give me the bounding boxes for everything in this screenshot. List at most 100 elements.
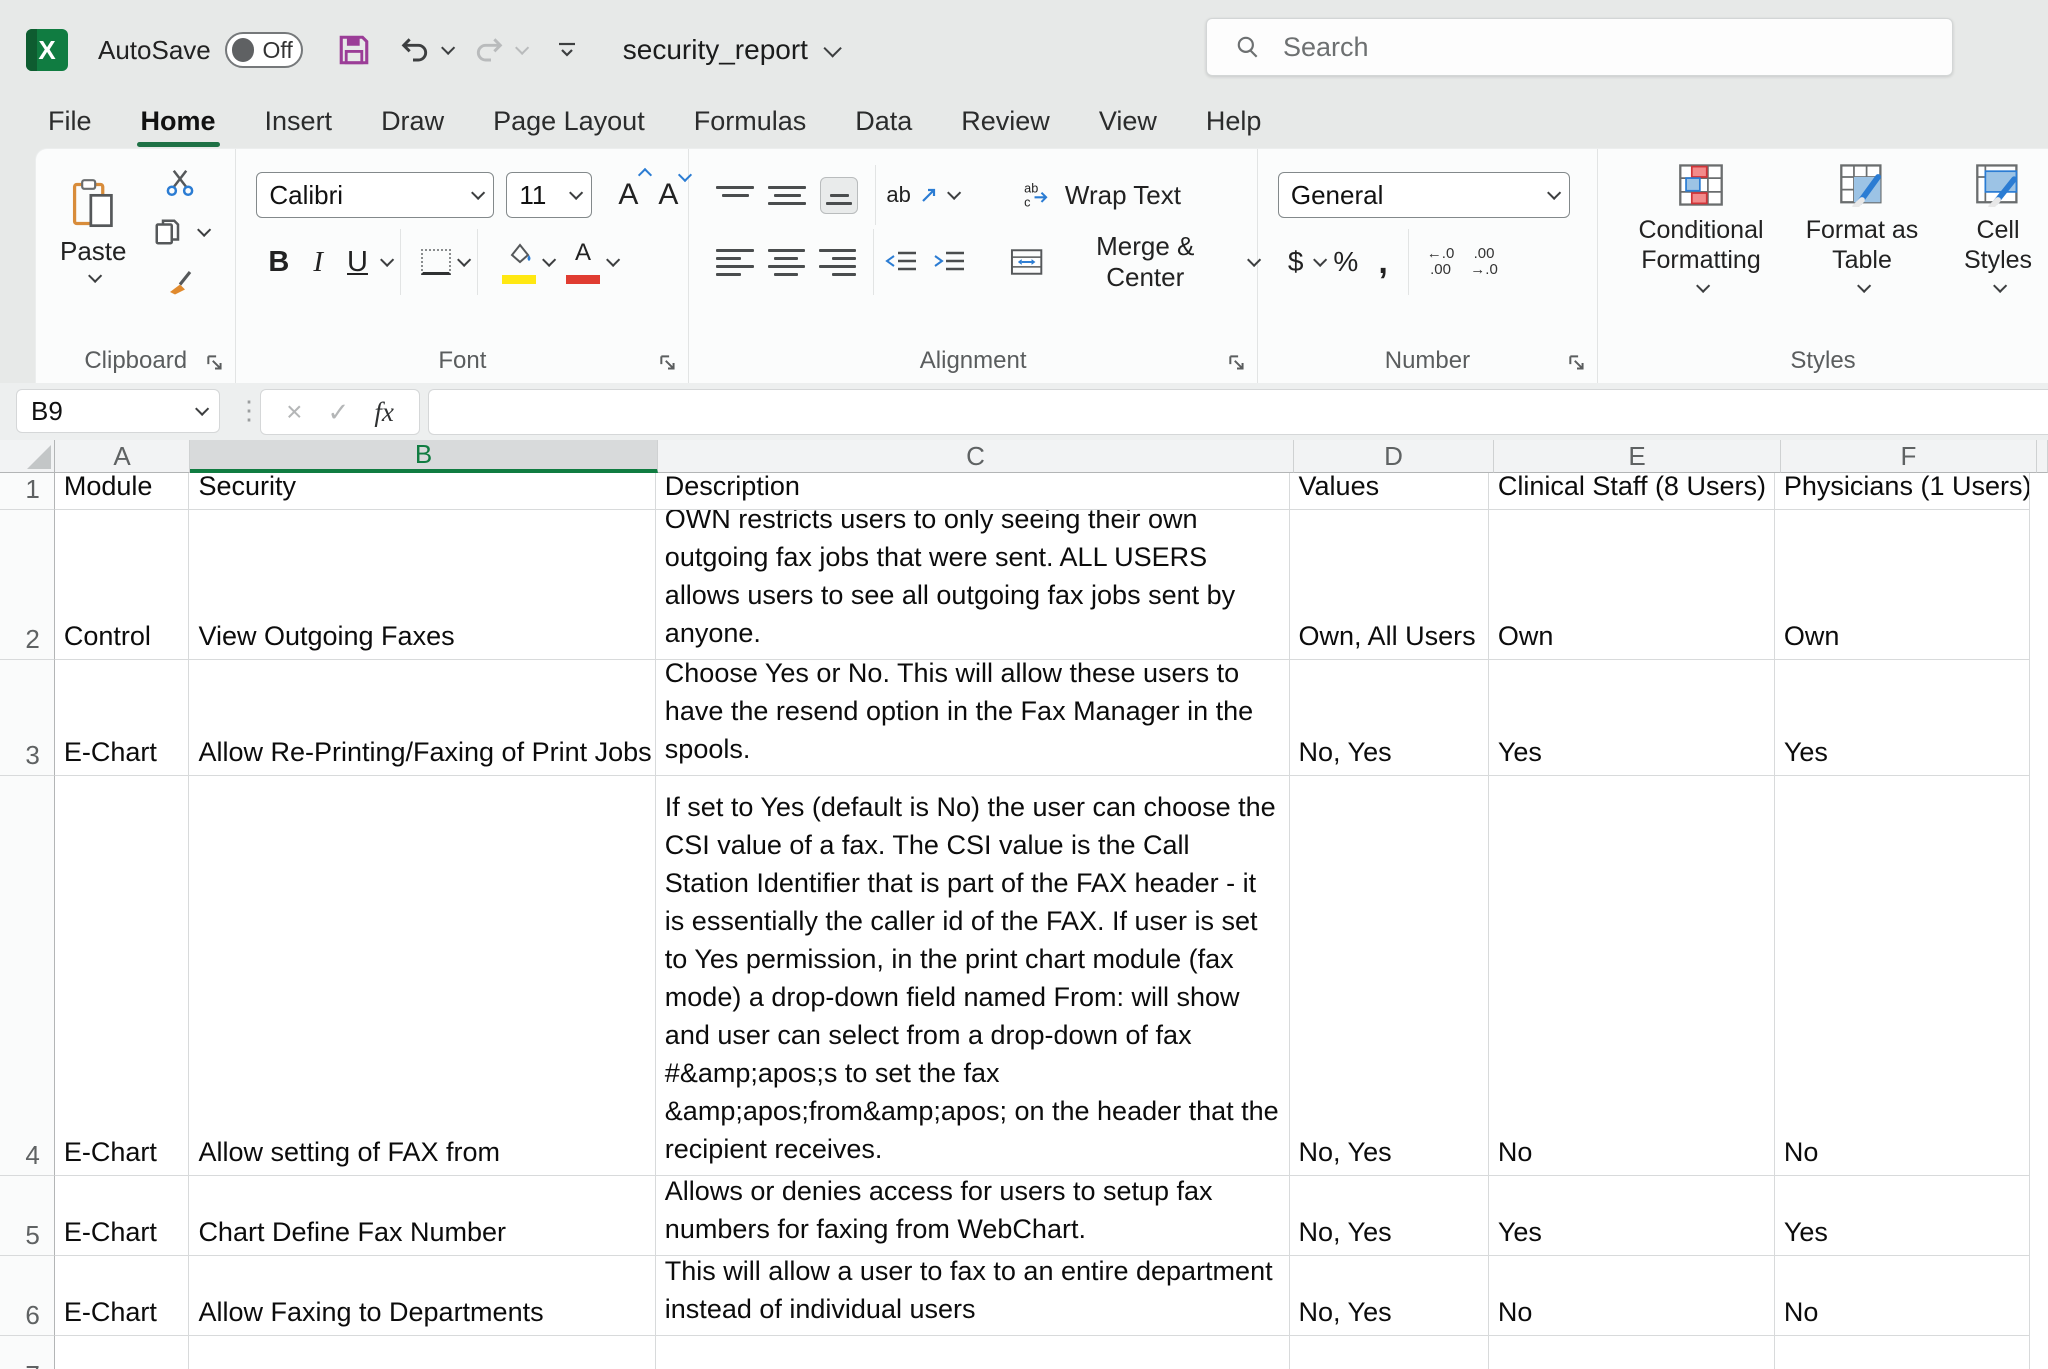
comma-style-button[interactable]: , — [1378, 243, 1387, 282]
cell-d6[interactable]: No, Yes — [1290, 1256, 1489, 1336]
middle-align-button[interactable] — [768, 186, 806, 205]
tab-file[interactable]: File — [46, 104, 94, 145]
cell-c3[interactable]: Choose Yes or No. This will allow these … — [656, 660, 1290, 776]
copy-button[interactable] — [153, 217, 207, 247]
align-left-button[interactable] — [716, 249, 753, 276]
column-header-d[interactable]: D — [1294, 440, 1494, 473]
fill-color-dropdown-icon[interactable] — [542, 253, 556, 267]
tab-formulas[interactable]: Formulas — [692, 104, 809, 145]
decrease-indent-button[interactable] — [884, 249, 918, 275]
redo-dropdown-icon[interactable] — [515, 41, 529, 55]
cell-e1[interactable]: Clinical Staff (8 Users) — [1489, 473, 1775, 510]
cancel-button[interactable]: × — [286, 396, 302, 428]
orientation-button[interactable]: ab — [886, 182, 938, 208]
cell-a2[interactable]: Control — [55, 510, 190, 660]
cell-c6[interactable]: This will allow a user to fax to an enti… — [656, 1256, 1290, 1336]
cell-f1[interactable]: Physicians (1 Users) — [1775, 473, 2030, 510]
cell-f4[interactable]: No — [1775, 776, 2030, 1176]
cell-f7[interactable] — [1775, 1336, 2030, 1369]
tab-insert[interactable]: Insert — [263, 104, 335, 145]
cell-c7[interactable] — [656, 1336, 1290, 1369]
autosave-toggle[interactable]: Off — [225, 32, 303, 68]
cell-d3[interactable]: No, Yes — [1290, 660, 1489, 776]
cell-a5[interactable]: E-Chart — [55, 1176, 190, 1256]
tab-view[interactable]: View — [1097, 104, 1159, 145]
undo-dropdown-icon[interactable] — [441, 41, 455, 55]
cell-e3[interactable]: Yes — [1489, 660, 1775, 776]
column-header-f[interactable]: F — [1781, 440, 2037, 473]
cell-b5[interactable]: Chart Define Fax Number — [189, 1176, 655, 1256]
percent-style-button[interactable]: % — [1333, 246, 1358, 278]
enter-button[interactable]: ✓ — [328, 397, 350, 428]
cell-f5[interactable]: Yes — [1775, 1176, 2030, 1256]
undo-button[interactable] — [399, 34, 431, 66]
row-header-4[interactable]: 4 — [0, 776, 55, 1176]
underline-button[interactable]: U — [347, 246, 368, 279]
cell-c5[interactable]: Allows or denies access for users to set… — [656, 1176, 1290, 1256]
cell-d2[interactable]: Own, All Users — [1290, 510, 1489, 660]
excel-logo-icon[interactable]: X — [26, 29, 68, 71]
top-align-button[interactable] — [716, 186, 754, 205]
conditional-formatting-button[interactable]: Conditional Formatting — [1626, 163, 1776, 293]
document-title[interactable]: security_report — [623, 34, 837, 66]
cell-e2[interactable]: Own — [1489, 510, 1775, 660]
cell-b6[interactable]: Allow Faxing to Departments — [189, 1256, 655, 1336]
cell-a4[interactable]: E-Chart — [55, 776, 190, 1176]
row-header-5[interactable]: 5 — [0, 1176, 55, 1256]
cell-e7[interactable] — [1489, 1336, 1775, 1369]
redo-button[interactable] — [473, 34, 505, 66]
cell-c4[interactable]: If set to Yes (default is No) the user c… — [656, 776, 1290, 1176]
cell-d1[interactable]: Values — [1290, 473, 1489, 510]
font-dialog-launcher[interactable] — [658, 353, 678, 373]
font-size-select[interactable]: 11 — [506, 172, 592, 218]
cell-b1[interactable]: Security — [189, 473, 655, 510]
cell-b4[interactable]: Allow setting of FAX from — [189, 776, 655, 1176]
column-header-c[interactable]: C — [658, 440, 1294, 473]
cell-a6[interactable]: E-Chart — [55, 1256, 190, 1336]
name-box[interactable]: B9 — [16, 389, 220, 433]
wrap-text-button[interactable]: ab c Wrap Text — [1023, 180, 1181, 211]
clipboard-dialog-launcher[interactable] — [205, 353, 225, 373]
decrease-font-size-button[interactable]: A — [658, 178, 678, 212]
cell-f6[interactable]: No — [1775, 1256, 2030, 1336]
row-header-6[interactable]: 6 — [0, 1256, 55, 1336]
customize-quick-access-button[interactable] — [555, 39, 579, 61]
alignment-dialog-launcher[interactable] — [1227, 353, 1247, 373]
cell-e4[interactable]: No — [1489, 776, 1775, 1176]
cell-a1[interactable]: Module — [55, 473, 190, 510]
font-name-select[interactable]: Calibri — [256, 172, 494, 218]
insert-function-button[interactable]: fx — [374, 397, 394, 428]
search-input[interactable]: Search — [1206, 18, 1953, 76]
formula-bar-divider-dots[interactable]: ⋮ — [236, 395, 262, 426]
increase-font-size-button[interactable]: A — [618, 178, 638, 212]
cell-styles-button[interactable]: Cell Styles — [1948, 163, 2048, 293]
cell-f3[interactable]: Yes — [1775, 660, 2030, 776]
tab-draw[interactable]: Draw — [379, 104, 446, 145]
cell-a3[interactable]: E-Chart — [55, 660, 190, 776]
font-color-dropdown-icon[interactable] — [606, 253, 620, 267]
cell-d5[interactable]: No, Yes — [1290, 1176, 1489, 1256]
bottom-align-button[interactable] — [820, 177, 858, 214]
save-button[interactable] — [337, 33, 371, 67]
bold-button[interactable]: B — [268, 246, 289, 279]
cell-e6[interactable]: No — [1489, 1256, 1775, 1336]
cell-a7[interactable] — [55, 1336, 190, 1369]
row-header-3[interactable]: 3 — [0, 660, 55, 776]
cell-d4[interactable]: No, Yes — [1290, 776, 1489, 1176]
increase-indent-button[interactable] — [932, 249, 966, 275]
column-header-b[interactable]: B — [190, 440, 658, 473]
accounting-format-button[interactable]: $ — [1288, 246, 1304, 278]
fill-color-button[interactable] — [502, 241, 536, 284]
orientation-dropdown-icon[interactable] — [947, 186, 961, 200]
row-header-2[interactable]: 2 — [0, 510, 55, 660]
format-as-table-button[interactable]: Format as Table — [1802, 163, 1922, 293]
align-center-button[interactable] — [768, 249, 805, 276]
borders-dropdown-icon[interactable] — [457, 253, 471, 267]
align-right-button[interactable] — [819, 249, 856, 276]
cut-button[interactable] — [153, 167, 207, 197]
tab-home[interactable]: Home — [139, 104, 218, 145]
merge-center-button[interactable]: Merge & Center — [1010, 231, 1257, 293]
format-painter-button[interactable] — [153, 267, 207, 297]
cell-b2[interactable]: View Outgoing Faxes — [189, 510, 655, 660]
italic-button[interactable]: I — [313, 246, 323, 279]
